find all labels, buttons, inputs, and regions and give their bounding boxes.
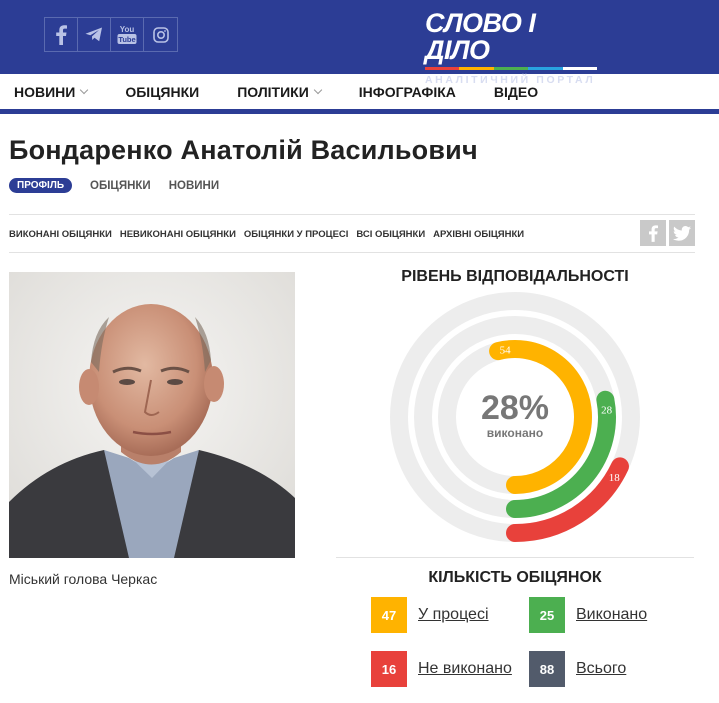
tab-news[interactable]: НОВИНИ [169,180,219,192]
social-links: You Tube [44,17,178,52]
share-twitter-icon[interactable] [669,220,695,246]
filter-failed[interactable]: НЕВИКОНАНІ ОБІЦЯНКИ [120,229,236,240]
responsibility-chart: 18 28 54 28%виконано [390,292,640,542]
stat-value: 25 [529,597,565,633]
filter-in-progress[interactable]: ОБІЦЯНКИ У ПРОЦЕСІ [244,229,349,240]
divider [9,214,695,215]
profile-caption: Міський голова Черкас [9,571,158,587]
chart-title: РІВЕНЬ ВІДПОВІДАЛЬНОСТІ [401,268,629,285]
logo-wordmark: СЛОВО І ДІЛО [425,8,536,65]
stat-label[interactable]: У процесі [418,606,489,624]
filter-completed[interactable]: ВИКОНАНІ ОБІЦЯНКИ [9,229,112,240]
profile-photo [9,272,295,558]
center-label: виконано [487,426,543,440]
youtube-icon[interactable]: You Tube [111,18,144,51]
nav-item-promises[interactable]: ОБІЦЯНКИ [125,84,199,100]
counts-title: КІЛЬКІСТЬ ОБІЦЯНОК [428,569,602,586]
ring-label: 54 [500,345,512,357]
filter-archived[interactable]: АРХІВНІ ОБІЦЯНКИ [433,229,524,240]
nav-item-news[interactable]: НОВИНИ [14,83,89,100]
stat-value: 88 [529,651,565,687]
nav-item-label: ІНФОГРАФІКА [358,83,456,100]
nav-item-label: ОБІЦЯНКИ [125,83,200,100]
page-title: Бондаренко Анатолій Васильович [9,135,478,165]
promise-filters: ВИКОНАНІ ОБІЦЯНКИ НЕВИКОНАНІ ОБІЦЯНКИ ОБ… [9,229,532,240]
stat-label[interactable]: Всього [576,660,626,678]
nav-item-label: НОВИНИ [14,83,76,100]
nav-item-politicians[interactable]: ПОЛІТИКИ [237,83,323,100]
tab-promises[interactable]: ОБІЦЯНКИ [90,180,151,192]
svg-text:You: You [120,25,135,34]
ring-label: 18 [609,472,621,484]
stat-value: 47 [371,597,407,633]
tab-profile[interactable]: ПРОФІЛЬ [9,178,73,193]
filter-all[interactable]: ВСІ ОБІЦЯНКИ [356,229,425,240]
main-nav: НОВИНИ ОБІЦЯНКИ ПОЛІТИКИ ІНФОГРАФІКА ВІД… [0,74,719,114]
chevron-down-icon [80,85,89,94]
logo-stripe [425,67,598,70]
nav-item-infographics[interactable]: ІНФОГРАФІКА [359,84,456,100]
stat-total[interactable]: 88 Всього [529,651,626,687]
stat-in-progress[interactable]: 47 У процесі [371,597,489,633]
profile-tabs: ПРОФІЛЬ ОБІЦЯНКИ НОВИНИ [9,178,237,193]
divider [9,252,695,253]
share-buttons [637,220,695,246]
nav-item-label: ВІДЕО [493,83,539,100]
stat-value: 16 [371,651,407,687]
divider [336,557,694,558]
svg-text:Tube: Tube [118,35,135,44]
site-logo[interactable]: СЛОВО І ДІЛО АНАЛІТИЧНИЙ ПОРТАЛ [425,10,605,86]
nav-item-label: ПОЛІТИКИ [237,83,309,100]
facebook-icon[interactable] [45,18,78,51]
telegram-icon[interactable] [78,18,111,51]
center-value: 28% [481,389,549,427]
instagram-icon[interactable] [144,18,177,51]
stat-completed[interactable]: 25 Виконано [529,597,647,633]
stat-label[interactable]: Не виконано [418,660,512,678]
nav-item-video[interactable]: ВІДЕО [494,84,538,100]
chevron-down-icon [313,85,323,94]
ring-label: 28 [601,404,613,416]
site-header: You Tube СЛОВО І ДІЛО АНАЛІТИЧНИЙ ПОРТАЛ [0,0,719,86]
share-facebook-icon[interactable] [640,220,666,246]
stat-label[interactable]: Виконано [576,606,647,624]
stat-failed[interactable]: 16 Не виконано [371,651,512,687]
